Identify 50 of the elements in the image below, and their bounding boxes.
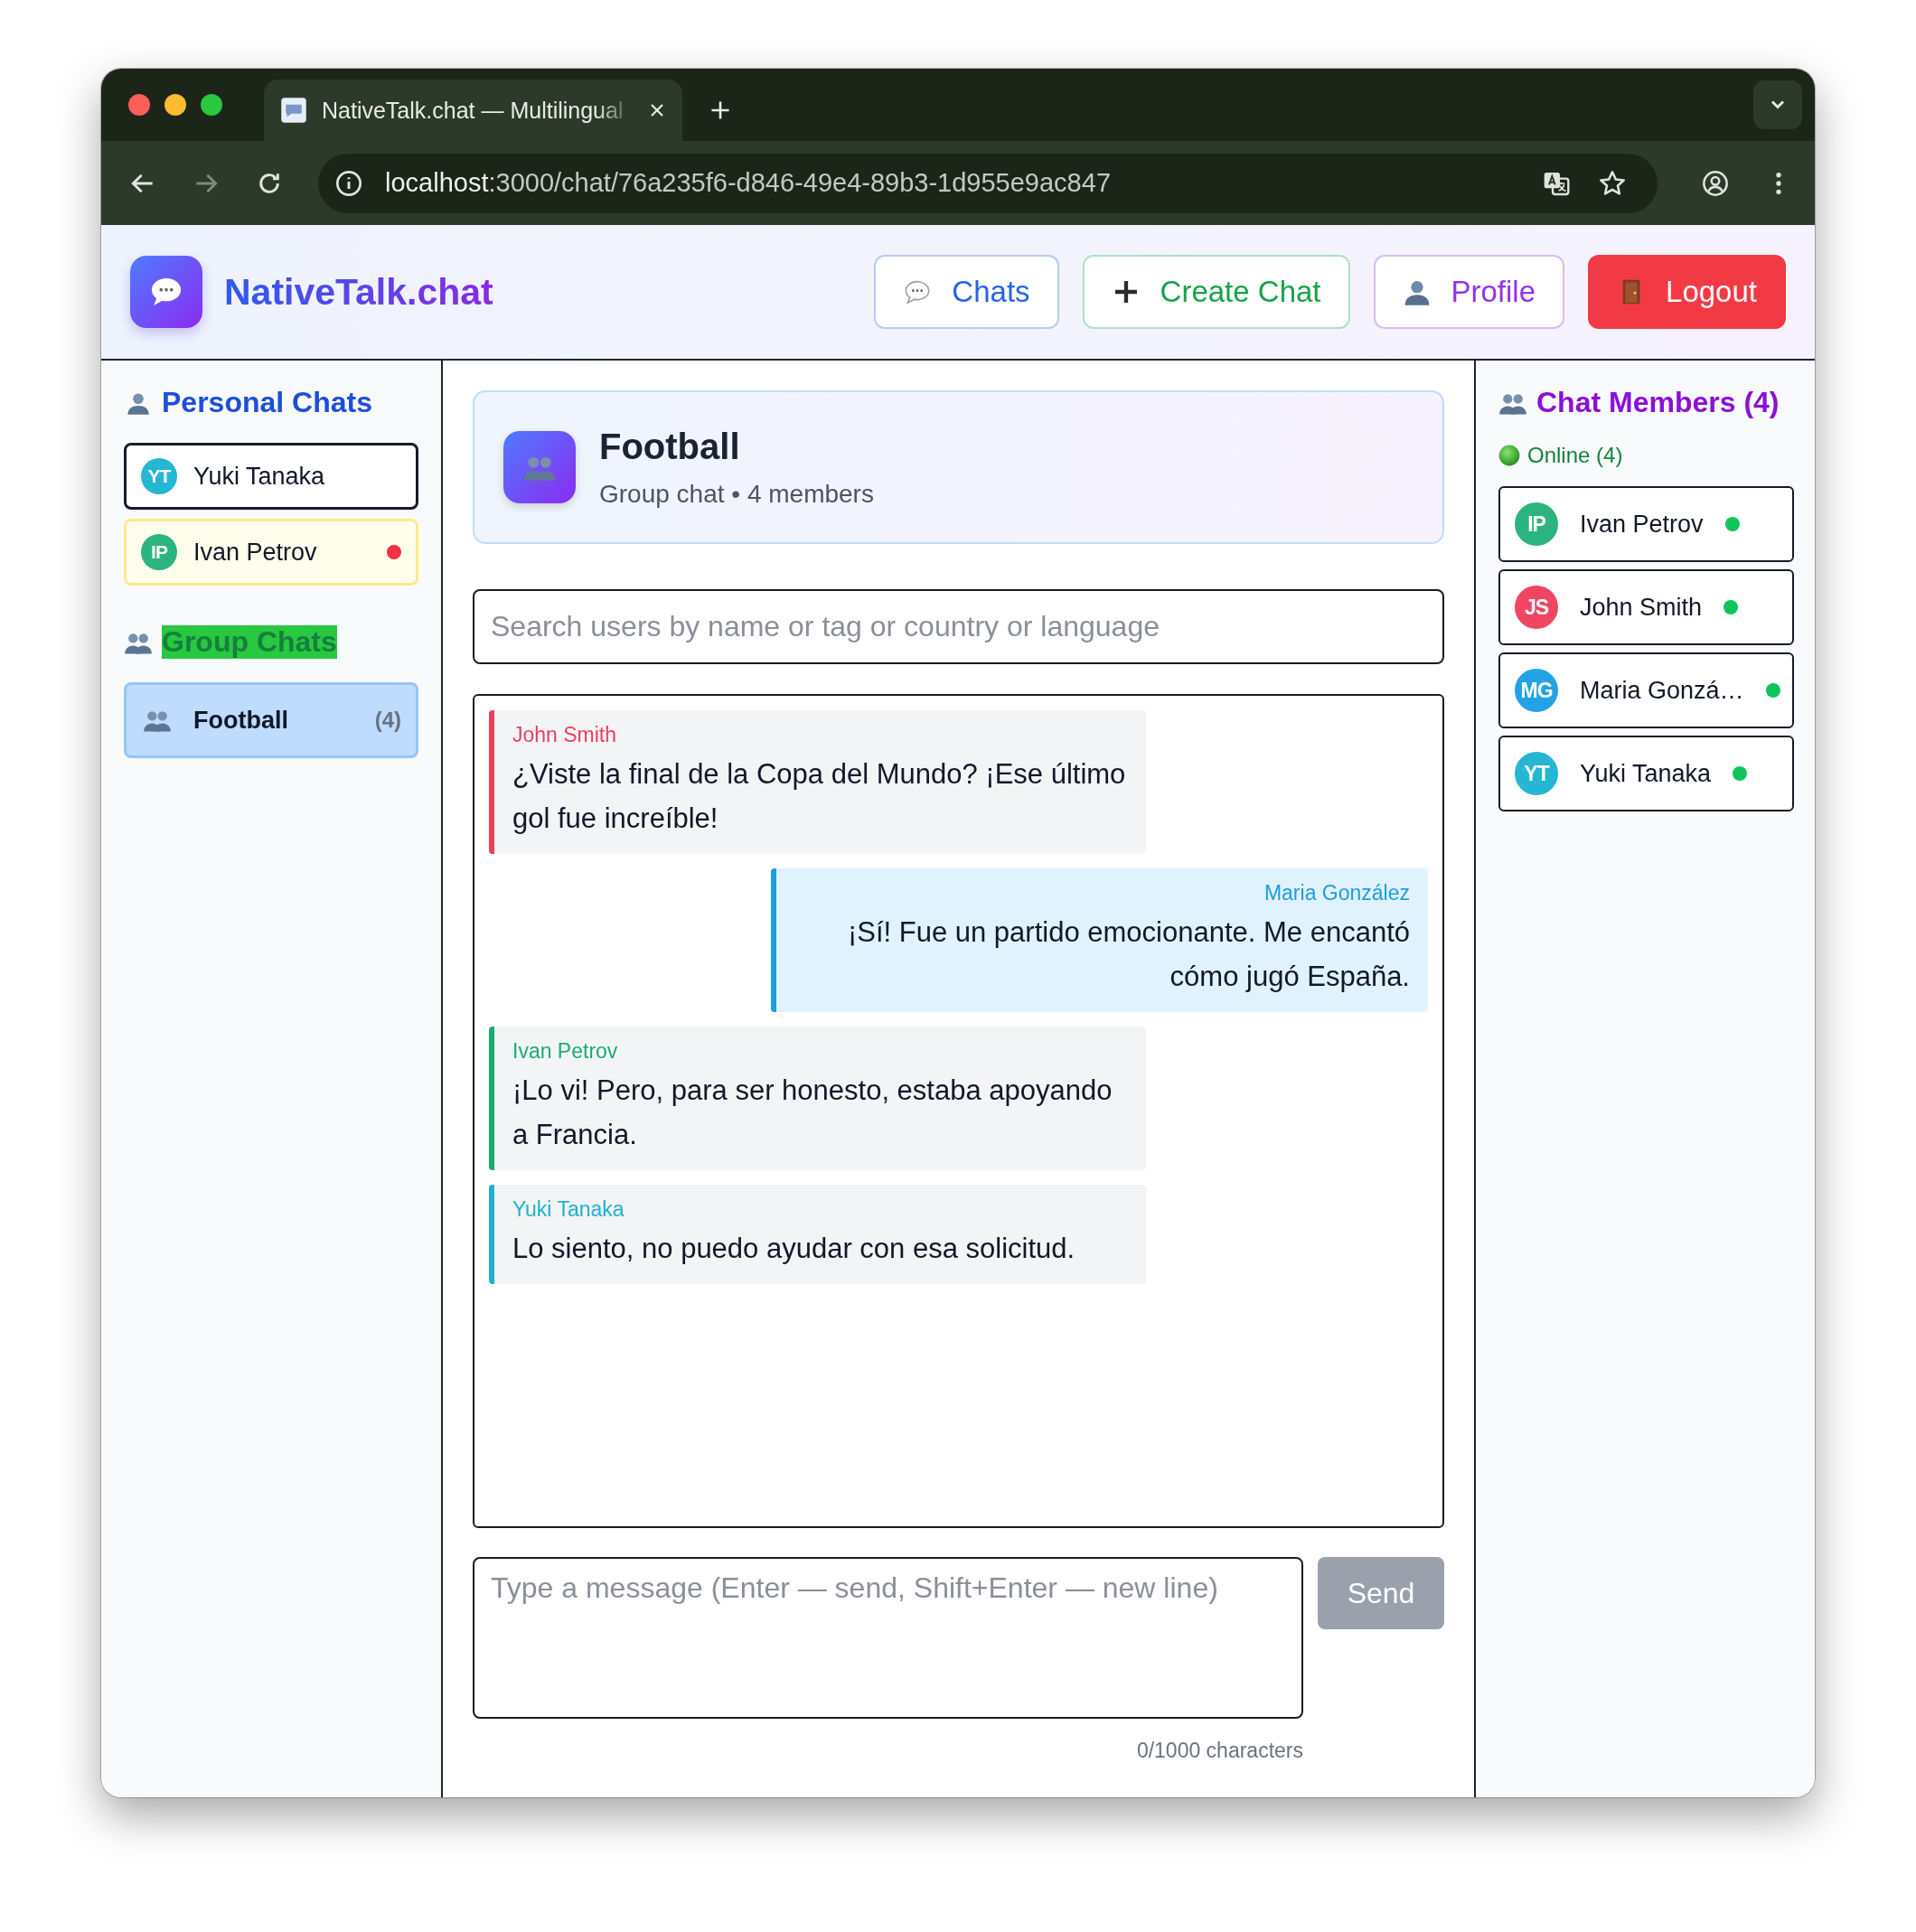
search-field[interactable]: Search users by name or tag or country or language bbox=[473, 589, 1444, 664]
chat-subtitle: Group chat • 4 members bbox=[599, 479, 874, 509]
message-input[interactable]: Type a message (Enter — send, Shift+Enter — new line) bbox=[473, 1557, 1303, 1719]
avatar: IP bbox=[1515, 502, 1558, 546]
address-bar[interactable]: localhost:3000/chat/76a235f6-d846-49e4-89b3-1d955e9ac847 bbox=[318, 153, 1658, 213]
message-text: Lo siento, no puedo ayudar con esa solicitud. bbox=[512, 1231, 1076, 1266]
member-item[interactable]: MG Maria Gonzá… bbox=[1498, 652, 1794, 728]
message-text: ¡Sí! Fue un partido emocionante. Me encantó cómo jugó España. bbox=[846, 914, 1410, 994]
profile-icon[interactable] bbox=[1701, 168, 1730, 198]
url-text: localhost:3000/chat/76a235f6-d846-49e4-89b3-1d955e9ac847 bbox=[385, 168, 1111, 198]
avatar: YT bbox=[1515, 752, 1558, 795]
close-icon[interactable] bbox=[128, 94, 150, 116]
star-icon[interactable] bbox=[1598, 168, 1627, 198]
chat-item[interactable]: YT Yuki Tanaka bbox=[124, 443, 418, 510]
section-heading: Group Chats bbox=[162, 625, 337, 659]
online-status-icon bbox=[1498, 445, 1520, 466]
member-item[interactable]: JS John Smith bbox=[1498, 569, 1794, 645]
member-count: (4) bbox=[374, 708, 401, 733]
character-counter: 0/1000 characters bbox=[1136, 1739, 1303, 1763]
logout-button[interactable]: Logout bbox=[1588, 255, 1786, 329]
tab-title: NativeTalk.chat — Multilingual bbox=[322, 97, 625, 124]
member-item[interactable]: IP Ivan Petrov bbox=[1498, 486, 1794, 562]
avatar: JS bbox=[1515, 586, 1558, 629]
avatar: YT bbox=[141, 458, 177, 494]
chats-button[interactable]: Chats bbox=[874, 255, 1059, 329]
browser-tab[interactable]: NativeTalk.chat — Multilingual bbox=[264, 80, 682, 141]
section-heading: Personal Chats bbox=[162, 386, 372, 419]
favicon-icon bbox=[280, 97, 307, 124]
member-item[interactable]: YT Yuki Tanaka bbox=[1498, 736, 1794, 811]
online-label: Online (4) bbox=[1527, 443, 1623, 468]
members-heading: Chat Members (4) bbox=[1536, 386, 1780, 419]
profile-button[interactable]: Profile bbox=[1373, 255, 1565, 329]
unread-dot bbox=[387, 545, 401, 559]
new-tab-icon[interactable] bbox=[709, 99, 731, 121]
maximize-icon[interactable] bbox=[201, 94, 222, 116]
people-icon bbox=[503, 431, 576, 503]
sender-name: Ivan Petrov bbox=[512, 1038, 619, 1064]
chat-title: Football bbox=[599, 426, 741, 467]
chat-item[interactable]: IP Ivan Petrov bbox=[124, 519, 418, 586]
avatar: IP bbox=[141, 534, 177, 570]
sender-name: John Smith bbox=[512, 723, 618, 747]
logo-icon bbox=[130, 256, 202, 328]
sender-name: Yuki Tanaka bbox=[512, 1196, 625, 1222]
message-text: ¿Viste la final de la Copa del Mundo? ¡Ese último gol fue increíble! bbox=[512, 757, 1127, 836]
message-text: ¡Lo vi! Pero, para ser honesto, estaba apoyando a Francia. bbox=[512, 1073, 1113, 1152]
info-icon[interactable] bbox=[334, 168, 363, 198]
group-chat-item[interactable]: Football (4) bbox=[124, 682, 418, 758]
minimize-icon[interactable] bbox=[164, 94, 186, 116]
avatar: MG bbox=[1515, 669, 1558, 712]
sender-name: Maria González bbox=[1263, 880, 1410, 905]
